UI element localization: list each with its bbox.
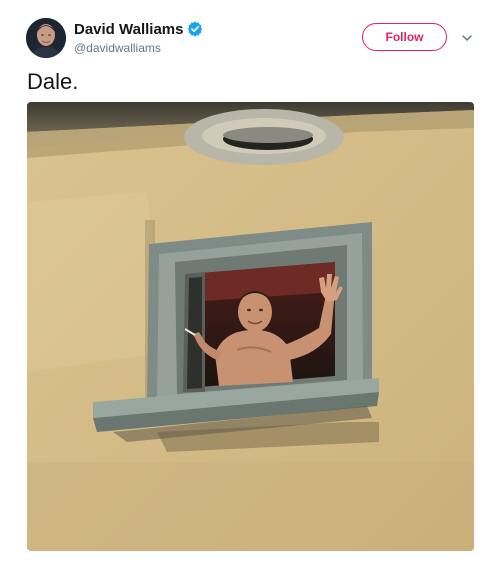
display-name[interactable]: David Walliams [74,21,183,38]
tweet-card: David Walliams @davidwalliams Follow Dal… [0,0,499,564]
verified-badge-icon [187,21,203,37]
chevron-down-icon[interactable] [461,31,473,43]
user-info: David Walliams @davidwalliams [74,20,203,55]
avatar[interactable] [26,18,66,58]
user-handle[interactable]: @davidwalliams [74,41,203,55]
tweet-photo[interactable] [27,102,474,551]
tweet-text: Dale. [27,69,79,94]
follow-button[interactable]: Follow [362,23,447,51]
display-name-row: David Walliams [74,20,203,38]
